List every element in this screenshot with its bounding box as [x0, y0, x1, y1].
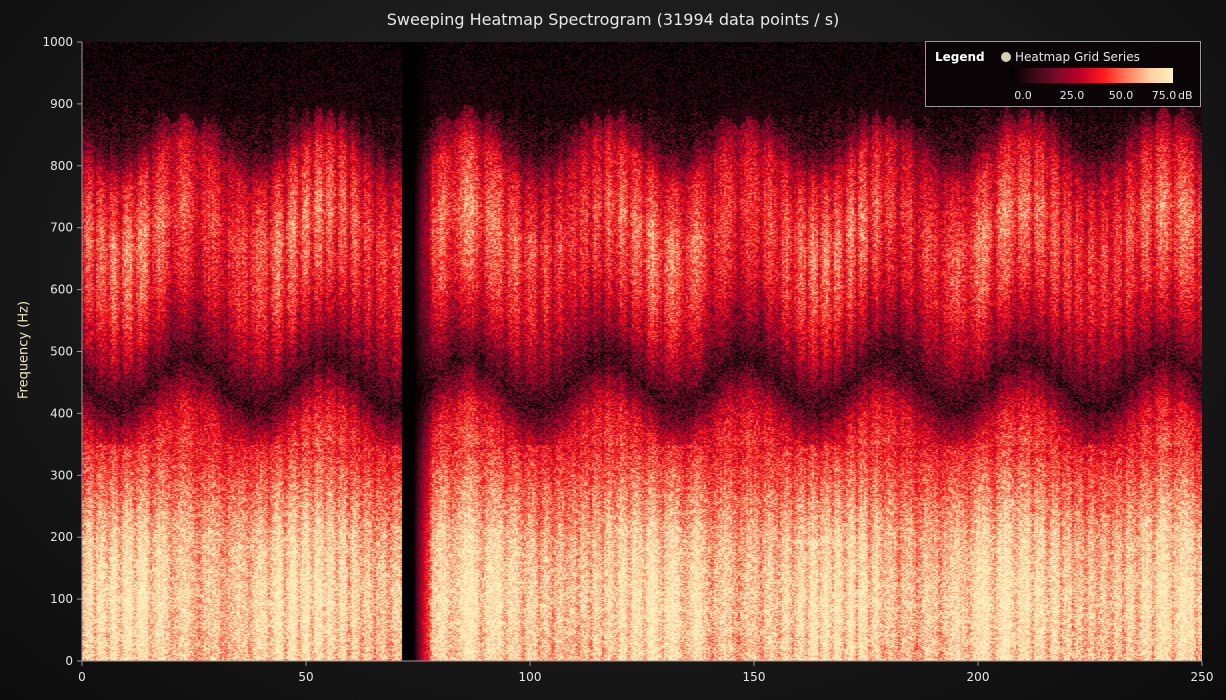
- legend-series-label[interactable]: Heatmap Grid Series: [1015, 50, 1140, 64]
- y-tick-label: 100: [50, 592, 73, 606]
- legend-unit: dB: [1178, 89, 1193, 102]
- legend-tick-75: 75.0: [1151, 89, 1177, 102]
- chart-root: Sweeping Heatmap Spectrogram (31994 data…: [0, 0, 1226, 700]
- y-tick-label: 1000: [42, 35, 73, 49]
- x-tick-label: 200: [967, 670, 990, 684]
- legend: Legend Heatmap Grid Series 0.0 25.0 50.0…: [925, 41, 1201, 107]
- legend-tick-50: 50.0: [1108, 89, 1134, 102]
- y-tick-label: 300: [50, 468, 73, 482]
- legend-tick-0: 0.0: [1014, 89, 1032, 102]
- legend-tick-25: 25.0: [1059, 89, 1085, 102]
- legend-title: Legend: [935, 50, 985, 64]
- legend-color-scale: [1011, 68, 1173, 83]
- y-tick-label: 500: [50, 345, 73, 359]
- y-tick-label: 900: [50, 97, 73, 111]
- x-tick-label: 100: [519, 670, 542, 684]
- y-tick-label: 400: [50, 406, 73, 420]
- x-tick-label: 150: [743, 670, 766, 684]
- y-tick-label: 700: [50, 221, 73, 235]
- x-tick-label: 250: [1191, 670, 1214, 684]
- y-tick-label: 800: [50, 159, 73, 173]
- x-tick-label: 50: [298, 670, 313, 684]
- y-tick-label: 200: [50, 530, 73, 544]
- legend-series-marker: [1001, 52, 1011, 62]
- y-tick-label: 0: [65, 654, 73, 668]
- x-tick-label: 0: [78, 670, 86, 684]
- y-tick-label: 600: [50, 283, 73, 297]
